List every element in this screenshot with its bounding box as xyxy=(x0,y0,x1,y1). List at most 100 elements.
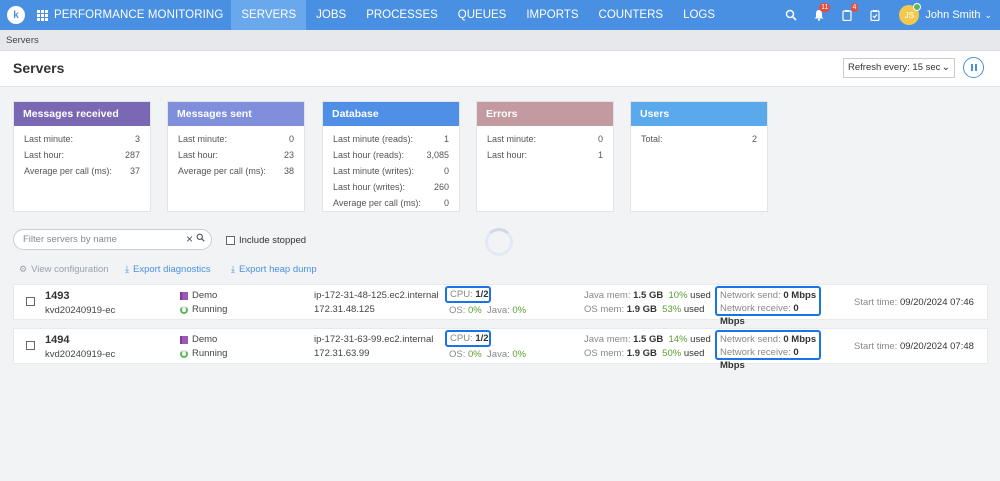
nav-item-logs[interactable]: LOGS xyxy=(673,0,725,30)
card-row: Average per call (ms): 37 xyxy=(14,163,150,179)
search-button[interactable] xyxy=(777,0,805,30)
page-header: Servers Refresh every: 15 sec ⌄ xyxy=(0,51,1000,87)
row-label: Average per call (ms): xyxy=(178,166,266,176)
refresh-interval-select[interactable]: Refresh every: 15 sec ⌄ xyxy=(843,58,955,78)
card-row: Last minute (writes): 0 xyxy=(323,163,459,179)
search-icon[interactable] xyxy=(196,230,205,249)
java-mem-label: Java mem: xyxy=(584,334,631,345)
user-name[interactable]: John Smith xyxy=(925,9,980,21)
os-memory: OS mem: 1.9 GB 53% used xyxy=(584,304,704,315)
card-row: Last minute: 0 xyxy=(168,131,304,147)
gear-icon: ⚙ xyxy=(19,264,28,274)
row-label: Last hour (writes): xyxy=(333,182,406,192)
row-label: Average per call (ms): xyxy=(333,198,421,208)
chevron-down-icon[interactable]: ⌄ xyxy=(984,10,992,21)
filter-placeholder: Filter servers by name xyxy=(23,234,117,245)
app-logo[interactable]: k xyxy=(7,6,25,24)
network-box: Network send: 0 Mbps Network receive: 0 … xyxy=(715,286,821,327)
row-label: Last minute (writes): xyxy=(333,166,415,176)
row-value: 2 xyxy=(751,134,757,144)
app-title[interactable]: PERFORMANCE MONITORING xyxy=(37,9,223,21)
status-label: Running xyxy=(192,348,228,359)
server-id: 1494 xyxy=(45,334,70,346)
include-stopped-checkbox[interactable]: Include stopped xyxy=(226,235,306,246)
os-label: OS: xyxy=(449,305,466,316)
page-title: Servers xyxy=(13,60,65,76)
card-row: Last minute (reads): 1 xyxy=(323,131,459,147)
cpu-label: CPU: xyxy=(450,333,473,344)
server-status: Running xyxy=(180,304,227,315)
row-value: 1 xyxy=(443,134,449,144)
java-value: 0% xyxy=(512,305,527,316)
server-app: Demo xyxy=(180,290,217,301)
os-mem-label: OS mem: xyxy=(584,304,625,315)
row-checkbox[interactable] xyxy=(26,341,35,350)
java-mem-value: 1.5 GB xyxy=(633,334,664,345)
row-label: Last minute: xyxy=(487,134,537,144)
card-row: Last hour: 23 xyxy=(168,147,304,163)
export-heap-dump-label: Export heap dump xyxy=(238,264,317,275)
java-memory: Java mem: 1.5 GB 14% used xyxy=(584,334,711,345)
start-time-value: 09/20/2024 07:48 xyxy=(899,341,974,352)
net-send-label: Network send: xyxy=(720,290,781,301)
nav-item-counters[interactable]: COUNTERS xyxy=(589,0,674,30)
row-label: Last hour: xyxy=(178,150,219,160)
export-heap-dump-button[interactable]: ⤓ Export heap dump xyxy=(231,264,317,275)
card-title: Users xyxy=(631,102,767,126)
nav-item-queues[interactable]: QUEUES xyxy=(448,0,517,30)
server-filter-input[interactable]: Filter servers by name × xyxy=(13,229,212,250)
view-configuration-button[interactable]: ⚙ View configuration xyxy=(19,264,109,275)
export-diagnostics-button[interactable]: ⤓ Export diagnostics xyxy=(125,264,211,275)
net-send-value: 0 Mbps xyxy=(783,290,817,301)
server-row[interactable]: 1494 kvd20240919-ec Demo Running ip-172-… xyxy=(13,328,988,371)
refresh-interval-label: Refresh every: 15 sec xyxy=(848,62,941,73)
apps-grid-icon xyxy=(37,9,48,21)
os-mem-pct: 53% xyxy=(662,304,682,315)
cpu-value: 1/2 xyxy=(475,289,489,300)
nav-item-servers[interactable]: SERVERS xyxy=(231,0,307,30)
checkbox[interactable] xyxy=(226,236,235,245)
download-icon: ⤓ xyxy=(231,264,235,274)
cpu-value: 1/2 xyxy=(475,333,489,344)
cpu-box: CPU: 1/2 xyxy=(445,286,491,303)
card-row: Last minute: 0 xyxy=(477,131,613,147)
card-row: Last hour: 1 xyxy=(477,147,613,163)
row-value: 37 xyxy=(129,166,140,176)
net-receive-label: Network receive: xyxy=(720,303,791,314)
clear-icon[interactable]: × xyxy=(186,230,193,249)
top-nav: k PERFORMANCE MONITORING SERVERS JOBS PR… xyxy=(0,0,1000,30)
nav-item-jobs[interactable]: JOBS xyxy=(306,0,356,30)
server-id: 1493 xyxy=(45,290,70,302)
net-receive-label: Network receive: xyxy=(720,347,791,358)
nav-item-imports[interactable]: IMPORTS xyxy=(516,0,588,30)
running-status-icon xyxy=(180,349,188,358)
server-row[interactable]: 1493 kvd20240919-ec Demo Running ip-172-… xyxy=(13,284,988,327)
checklist-button[interactable] xyxy=(861,0,889,30)
server-ip: 172.31.63.99 xyxy=(314,348,370,359)
cpu-label: CPU: xyxy=(450,289,473,300)
java-mem-pct: 14% xyxy=(668,334,688,345)
running-status-icon xyxy=(180,305,188,314)
avatar[interactable]: JS xyxy=(899,3,922,25)
notifications-button[interactable]: 11 xyxy=(805,0,833,30)
row-label: Average per call (ms): xyxy=(24,166,112,176)
card-messages-received: Messages received Last minute: 3 Last hou… xyxy=(13,101,151,212)
os-mem-pct: 50% xyxy=(662,348,682,359)
row-value: 260 xyxy=(433,182,449,192)
nav-item-processes[interactable]: PROCESSES xyxy=(356,0,448,30)
row-value: 0 xyxy=(443,198,449,208)
tasks-button[interactable]: 4 xyxy=(833,0,861,30)
nav-menu: SERVERS JOBS PROCESSES QUEUES IMPORTS CO… xyxy=(231,0,725,30)
row-checkbox[interactable] xyxy=(26,297,35,306)
pause-refresh-button[interactable] xyxy=(963,57,984,78)
card-title: Messages sent xyxy=(168,102,304,126)
export-diagnostics-label: Export diagnostics xyxy=(132,264,211,275)
row-label: Last hour: xyxy=(24,150,65,160)
loading-spinner-icon xyxy=(485,228,513,256)
os-value: 0% xyxy=(468,305,482,316)
network-receive: Network receive: 0 Mbps xyxy=(720,346,819,372)
card-row: Last hour (reads): 3,085 xyxy=(323,147,459,163)
network-receive: Network receive: 0 Mbps xyxy=(720,302,819,328)
java-mem-value: 1.5 GB xyxy=(633,290,664,301)
start-time-label: Start time: xyxy=(854,341,898,352)
